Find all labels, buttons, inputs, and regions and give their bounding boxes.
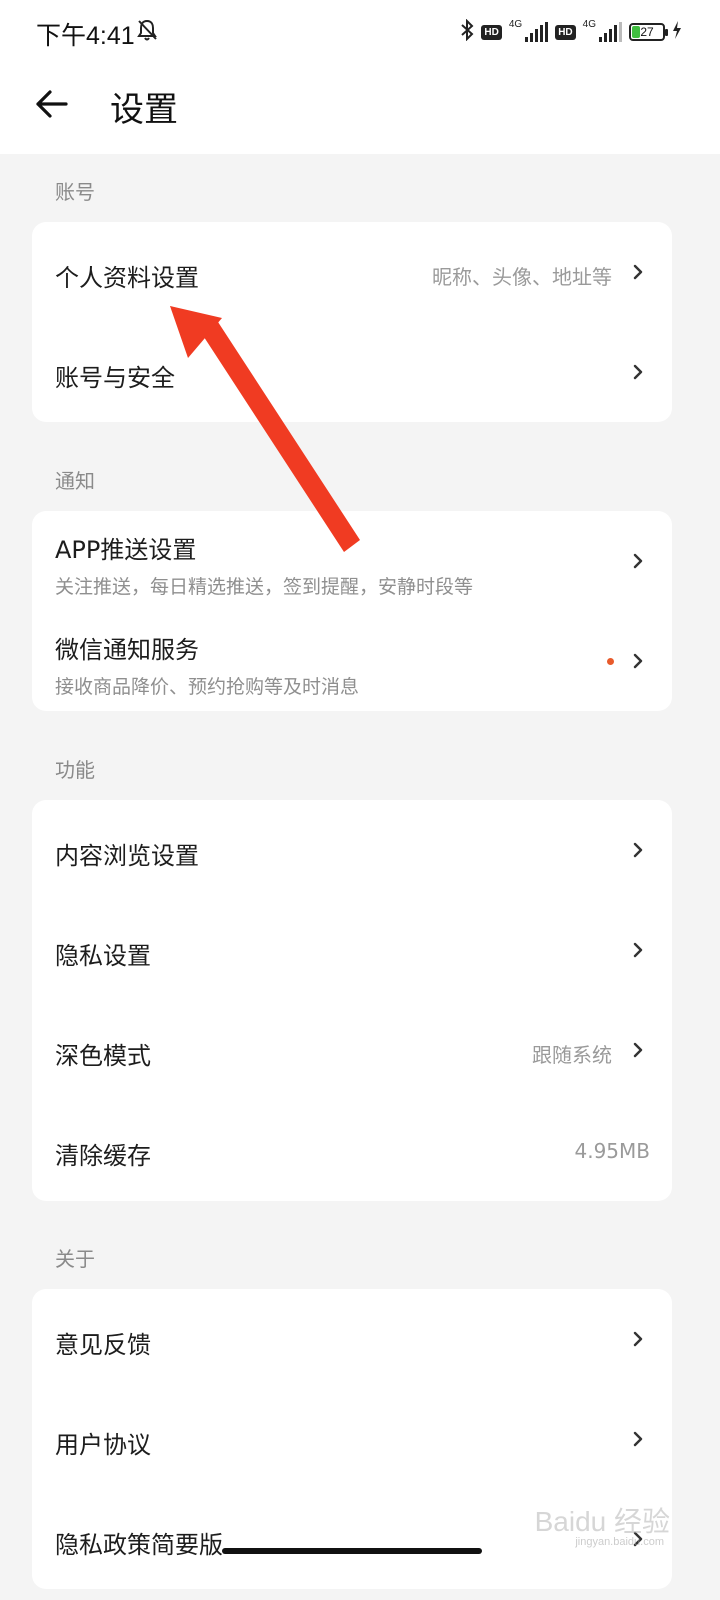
unread-dot [607,658,614,665]
section-label-notify: 通知 [55,469,95,493]
row-title: APP推送设置 [55,536,197,564]
row-clear-cache[interactable]: 清除缓存 4.95MB [32,1100,672,1200]
chevron-right-icon [633,364,643,380]
row-dark-mode[interactable]: 深色模式 跟随系统 [32,1000,672,1100]
feature-card: 内容浏览设置 隐私设置 深色模式 跟随系统 清除缓存 4.95MB [32,800,672,1201]
hd-badge-2: HD [555,24,576,40]
arrow-left-icon [36,90,68,118]
row-profile-settings[interactable]: 个人资料设置 昵称、头像、地址等 [32,222,672,322]
row-privacy-settings[interactable]: 隐私设置 [32,900,672,1000]
chevron-right-icon [633,653,643,669]
page-title: 设置 [110,90,178,130]
chevron-right-icon [633,842,643,858]
row-title: 内容浏览设置 [55,842,199,870]
row-user-agreement[interactable]: 用户协议 [32,1389,672,1489]
status-icons: HD 4G HD 4G 27 [460,17,682,47]
signal-icon [525,22,549,42]
row-app-push-settings[interactable]: APP推送设置 关注推送，每日精选推送，签到提醒，安静时段等 [32,511,672,611]
row-value: 4.95MB [574,1139,650,1163]
chevron-right-icon [633,553,643,569]
section-label-feature: 功能 [55,758,95,782]
network-type-1: 4G [508,18,523,30]
row-title: 清除缓存 [55,1142,151,1170]
chevron-right-icon [633,1042,643,1058]
charging-icon [672,21,682,43]
watermark-url: jingyan.baidu.com [575,1536,664,1548]
row-title: 隐私设置 [55,942,151,970]
home-indicator[interactable] [222,1548,482,1554]
bell-muted-icon [136,18,158,46]
chevron-right-icon [633,264,643,280]
row-feedback[interactable]: 意见反馈 [32,1289,672,1389]
row-title: 账号与安全 [55,364,175,392]
bluetooth-icon [460,18,474,45]
app-header: 设置 [0,64,720,154]
row-account-security[interactable]: 账号与安全 [32,322,672,422]
chevron-right-icon [633,942,643,958]
row-title: 个人资料设置 [55,264,199,292]
back-button[interactable] [32,84,72,124]
chevron-right-icon [633,1331,643,1347]
battery-fill [632,26,641,38]
status-bar: 下午4:41 HD 4G HD 4G 27 [0,0,720,64]
row-title: 用户协议 [55,1431,151,1459]
row-subtitle: 关注推送，每日精选推送，签到提醒，安静时段等 [55,576,474,598]
notify-card: APP推送设置 关注推送，每日精选推送，签到提醒，安静时段等 微信通知服务 接收… [32,511,672,711]
account-card: 个人资料设置 昵称、头像、地址等 账号与安全 [32,222,672,422]
row-wechat-notify[interactable]: 微信通知服务 接收商品降价、预约抢购等及时消息 [32,611,672,711]
watermark-logo: Baidu 经验 [534,1506,670,1537]
row-content-browsing[interactable]: 内容浏览设置 [32,800,672,900]
signal-icon [599,22,622,42]
row-title: 微信通知服务 [55,636,199,664]
network-type-2: 4G [582,18,596,30]
battery-level: 27 [640,25,654,39]
row-title: 意见反馈 [55,1331,151,1359]
row-title: 深色模式 [55,1042,151,1070]
row-subtitle: 接收商品降价、预约抢购等及时消息 [55,676,360,698]
section-label-account: 账号 [55,180,95,204]
row-value: 昵称、头像、地址等 [432,265,612,289]
row-title: 隐私政策简要版 [55,1531,223,1559]
row-value: 跟随系统 [532,1043,612,1067]
battery-icon: 27 [629,23,668,41]
section-label-about: 关于 [55,1247,95,1271]
chevron-right-icon [633,1431,643,1447]
status-time: 下午4:41 [36,22,135,50]
hd-badge-1: HD [481,24,502,40]
